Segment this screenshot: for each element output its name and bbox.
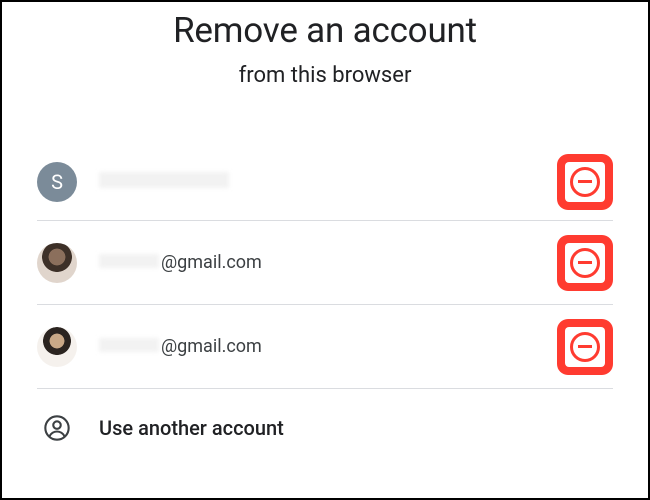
account-row[interactable]: @gmail.com [37,305,613,389]
account-row[interactable]: S [37,143,613,221]
account-info [99,172,613,192]
remove-dash-icon [578,180,592,183]
remove-circle-icon [570,167,600,197]
dialog-header: Remove an account from this browser [2,2,648,88]
account-list: S @gmail.com [2,143,648,467]
avatar-initial: S [51,170,63,194]
avatar-photo [37,327,77,367]
account-email: @gmail.com [99,336,613,357]
email-domain: @gmail.com [161,336,262,357]
account-row[interactable]: @gmail.com [37,221,613,305]
account-info: @gmail.com [99,336,613,357]
avatar-letter: S [37,162,77,202]
use-another-account-label: Use another account [99,416,284,440]
redacted-username [99,254,159,268]
remove-icon-bg [565,243,605,283]
account-email: @gmail.com [99,252,613,273]
remove-icon-bg [565,162,605,202]
remove-account-button[interactable] [557,154,613,210]
person-icon [43,414,71,442]
remove-icon-bg [565,327,605,367]
dialog-subtitle: from this browser [2,63,648,88]
redacted-name [99,172,229,188]
remove-account-button[interactable] [557,235,613,291]
remove-circle-icon [570,332,600,362]
remove-dash-icon [578,261,592,264]
remove-dash-icon [578,345,592,348]
redacted-username [99,338,159,352]
email-domain: @gmail.com [161,252,262,273]
remove-circle-icon [570,248,600,278]
avatar-photo [37,243,77,283]
use-another-account-row[interactable]: Use another account [37,389,613,467]
account-info: @gmail.com [99,252,613,273]
remove-account-button[interactable] [557,319,613,375]
dialog-title: Remove an account [2,10,648,51]
